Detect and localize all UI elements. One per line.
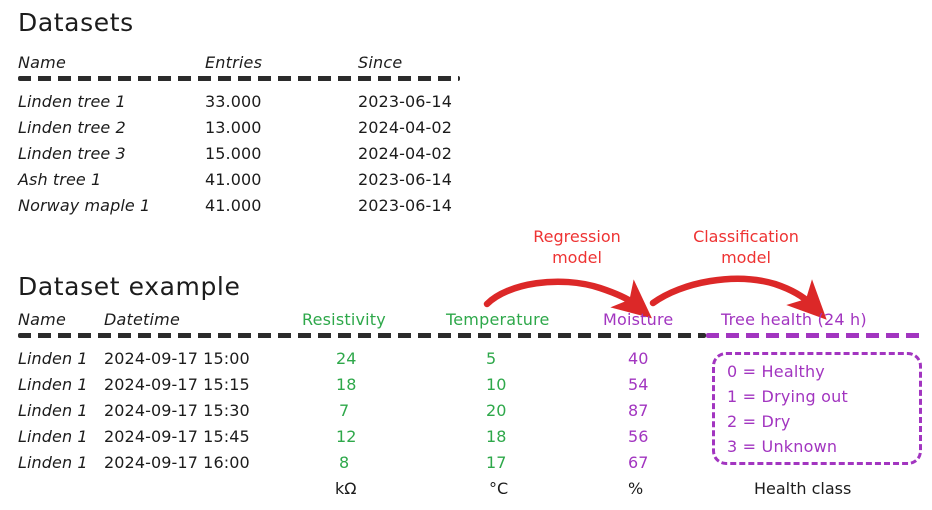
table-cell-since: 2024-04-02 bbox=[358, 118, 452, 137]
table-cell-since: 2023-06-14 bbox=[358, 196, 452, 215]
annotation-line-1: Classification bbox=[693, 227, 799, 246]
table-cell-since: 2023-06-14 bbox=[358, 92, 452, 111]
table-cell-entries: 33.000 bbox=[205, 92, 262, 111]
table-cell-moisture: 40 bbox=[628, 349, 649, 368]
datasets-col-header-since: Since bbox=[358, 53, 403, 72]
table-cell-moisture: 87 bbox=[628, 401, 649, 420]
annotation-regression-model: Regression model bbox=[517, 226, 637, 268]
table-cell-since: 2023-06-14 bbox=[358, 170, 452, 189]
classification-arrow bbox=[649, 275, 827, 320]
table-row: Ash tree 1 bbox=[18, 170, 102, 189]
unit-temperature: °C bbox=[489, 479, 509, 498]
table-cell-entries: 41.000 bbox=[205, 170, 262, 189]
table-cell-resistivity: 7 bbox=[339, 401, 350, 420]
example-col-header-moisture: Moisture bbox=[603, 310, 674, 329]
table-cell-since: 2024-04-02 bbox=[358, 144, 452, 163]
legend-item: 2 = Dry bbox=[727, 412, 791, 431]
datasets-title: Datasets bbox=[18, 8, 134, 37]
example-col-header-datetime: Datetime bbox=[104, 310, 180, 329]
table-cell-temperature: 18 bbox=[486, 427, 507, 446]
table-cell-temperature: 10 bbox=[486, 375, 507, 394]
table-cell-resistivity: 12 bbox=[336, 427, 357, 446]
table-row: Linden 1 bbox=[18, 349, 88, 368]
table-row: Norway maple 1 bbox=[18, 196, 151, 215]
table-cell-moisture: 67 bbox=[628, 453, 649, 472]
regression-arrow bbox=[483, 278, 652, 319]
unit-tree-health: Health class bbox=[754, 479, 852, 498]
table-cell-moisture: 54 bbox=[628, 375, 649, 394]
table-cell-entries: 13.000 bbox=[205, 118, 262, 137]
legend-item: 0 = Healthy bbox=[727, 362, 825, 381]
annotation-line-2: model bbox=[552, 248, 602, 267]
unit-moisture: % bbox=[628, 479, 644, 498]
annotation-classification-model: Classification model bbox=[678, 226, 814, 268]
datasets-col-header-entries: Entries bbox=[205, 53, 263, 72]
legend-item: 3 = Unknown bbox=[727, 437, 838, 456]
table-cell-resistivity: 18 bbox=[336, 375, 357, 394]
table-cell-datetime: 2024-09-17 15:15 bbox=[104, 375, 250, 394]
example-col-header-resistivity: Resistivity bbox=[302, 310, 386, 329]
table-cell-entries: 15.000 bbox=[205, 144, 262, 163]
table-cell-temperature: 5 bbox=[486, 349, 497, 368]
table-cell-datetime: 2024-09-17 15:30 bbox=[104, 401, 250, 420]
table-cell-temperature: 17 bbox=[486, 453, 507, 472]
annotation-line-2: model bbox=[721, 248, 771, 267]
example-header-divider bbox=[18, 333, 706, 338]
legend-item: 1 = Drying out bbox=[727, 387, 848, 406]
example-col-header-name: Name bbox=[18, 310, 67, 329]
dataset-example-title: Dataset example bbox=[18, 272, 241, 301]
table-cell-datetime: 2024-09-17 15:00 bbox=[104, 349, 250, 368]
table-row: Linden 1 bbox=[18, 453, 88, 472]
table-cell-moisture: 56 bbox=[628, 427, 649, 446]
table-row: Linden tree 1 bbox=[18, 92, 126, 111]
example-col-header-tree-health: Tree health (24 h) bbox=[721, 310, 867, 329]
example-header-divider-health bbox=[706, 333, 926, 338]
annotation-line-1: Regression bbox=[533, 227, 621, 246]
table-cell-temperature: 20 bbox=[486, 401, 507, 420]
example-col-header-temperature: Temperature bbox=[446, 310, 550, 329]
datasets-header-divider bbox=[18, 76, 460, 81]
table-row: Linden 1 bbox=[18, 427, 88, 446]
table-cell-datetime: 2024-09-17 16:00 bbox=[104, 453, 250, 472]
table-cell-entries: 41.000 bbox=[205, 196, 262, 215]
table-cell-resistivity: 8 bbox=[339, 453, 350, 472]
table-cell-resistivity: 24 bbox=[336, 349, 357, 368]
health-class-legend-box: 0 = Healthy 1 = Drying out 2 = Dry 3 = U… bbox=[712, 352, 922, 465]
table-row: Linden 1 bbox=[18, 375, 88, 394]
datasets-col-header-name: Name bbox=[18, 53, 67, 72]
table-row: Linden tree 2 bbox=[18, 118, 126, 137]
table-cell-datetime: 2024-09-17 15:45 bbox=[104, 427, 250, 446]
unit-resistivity: kΩ bbox=[335, 479, 357, 498]
table-row: Linden tree 3 bbox=[18, 144, 126, 163]
table-row: Linden 1 bbox=[18, 401, 88, 420]
